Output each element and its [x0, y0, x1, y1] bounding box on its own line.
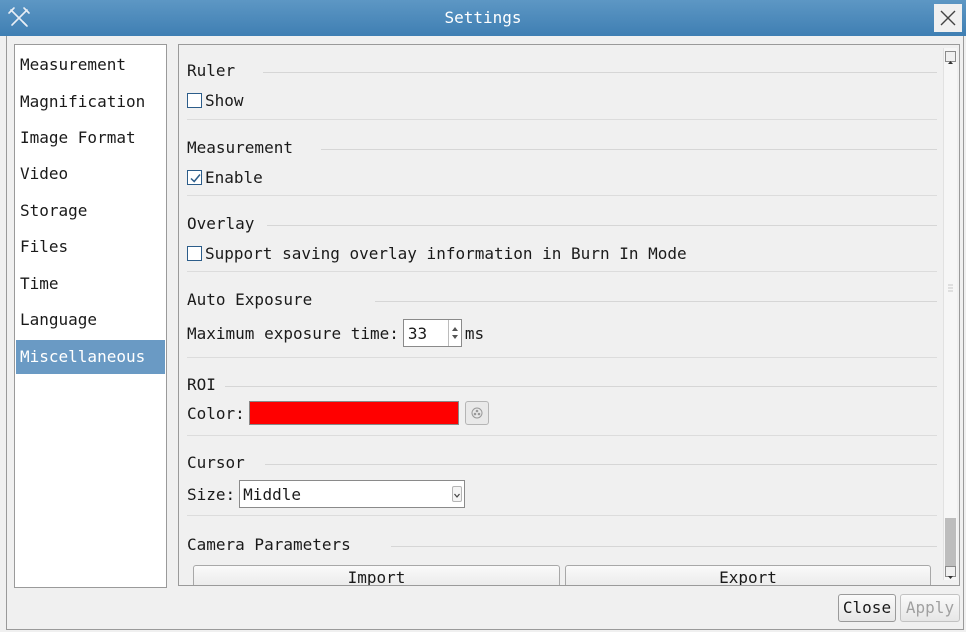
check-icon	[190, 174, 201, 183]
nav-item-files[interactable]: Files	[16, 230, 165, 264]
section-title-measurement: Measurement	[187, 138, 293, 157]
overlay-support-label: Support saving overlay information in Bu…	[205, 244, 687, 263]
group-divider	[187, 435, 937, 436]
roi-color-swatch[interactable]	[248, 401, 459, 425]
title-bar: Settings	[0, 0, 966, 36]
ruler-show-label: Show	[205, 91, 244, 110]
color-picker-button[interactable]	[464, 401, 489, 425]
scroll-thumb[interactable]	[945, 518, 956, 570]
group-divider	[187, 271, 937, 272]
nav-item-language[interactable]: Language	[16, 303, 165, 337]
export-button[interactable]: Export	[565, 565, 931, 585]
nav-item-magnification[interactable]: Magnification	[16, 85, 165, 119]
close-icon[interactable]	[934, 4, 962, 32]
measurement-enable-checkbox[interactable]	[187, 170, 202, 185]
apply-button[interactable]: Apply	[900, 594, 960, 622]
chevron-down-icon[interactable]	[452, 486, 463, 502]
group-divider	[187, 119, 937, 120]
group-divider	[187, 515, 937, 516]
section-title-camera-parameters: Camera Parameters	[187, 535, 351, 554]
section-title-roi: ROI	[187, 375, 216, 394]
nav-item-video[interactable]: Video	[16, 157, 165, 191]
cursor-size-row: Size: Middle	[187, 480, 466, 508]
roi-color-label: Color:	[187, 403, 245, 423]
section-title-ruler: Ruler	[187, 61, 236, 80]
ruler-show-row[interactable]: Show	[187, 91, 244, 110]
palette-icon	[471, 407, 483, 419]
scroll-down-arrow-icon[interactable]	[945, 566, 956, 579]
measurement-enable-row[interactable]: Enable	[187, 168, 263, 187]
nav-item-measurement[interactable]: Measurement	[16, 48, 165, 82]
content-scrollbar[interactable]	[943, 48, 957, 580]
nav-item-time[interactable]: Time	[16, 267, 165, 301]
group-divider	[187, 357, 937, 358]
overlay-support-row[interactable]: Support saving overlay information in Bu…	[187, 244, 687, 263]
nav-item-image-format[interactable]: Image Format	[16, 121, 165, 155]
group-divider	[265, 464, 937, 465]
exposure-unit: ms	[464, 323, 485, 343]
scroll-grip-icon	[948, 284, 953, 292]
section-title-cursor: Cursor	[187, 453, 245, 472]
section-title-overlay: Overlay	[187, 214, 255, 233]
roi-color-row: Color:	[187, 401, 489, 425]
group-divider	[321, 149, 937, 150]
import-button[interactable]: Import	[193, 565, 560, 585]
group-divider	[263, 72, 937, 73]
measurement-enable-label: Enable	[205, 168, 263, 187]
group-divider	[391, 546, 937, 547]
group-divider	[267, 225, 937, 226]
cursor-size-value: Middle	[243, 484, 301, 504]
section-title-auto-exposure: Auto Exposure	[187, 290, 313, 309]
ruler-show-checkbox[interactable]	[187, 93, 202, 108]
group-divider	[225, 386, 937, 387]
settings-nav-list[interactable]: Measurement Magnification Image Format V…	[14, 44, 167, 588]
settings-content-panel: Ruler Show Measurement Enable Overlay Su…	[178, 44, 960, 586]
auto-exposure-row: Maximum exposure time: 33 ms	[187, 319, 484, 347]
max-exposure-spinbox[interactable]: 33	[402, 319, 462, 347]
group-divider	[187, 195, 937, 196]
max-exposure-value[interactable]: 33	[404, 324, 448, 343]
cursor-size-label: Size:	[187, 484, 236, 504]
overlay-support-checkbox[interactable]	[187, 246, 202, 261]
scroll-up-arrow-icon[interactable]	[945, 51, 956, 64]
window-title: Settings	[444, 8, 522, 27]
spin-arrows-icon[interactable]	[447, 320, 461, 346]
nav-item-storage[interactable]: Storage	[16, 194, 165, 228]
cursor-size-select[interactable]: Middle	[239, 480, 466, 508]
group-divider	[375, 301, 937, 302]
close-button[interactable]: Close	[838, 594, 896, 622]
nav-item-miscellaneous[interactable]: Miscellaneous	[16, 340, 165, 374]
max-exposure-label: Maximum exposure time:	[187, 323, 399, 343]
